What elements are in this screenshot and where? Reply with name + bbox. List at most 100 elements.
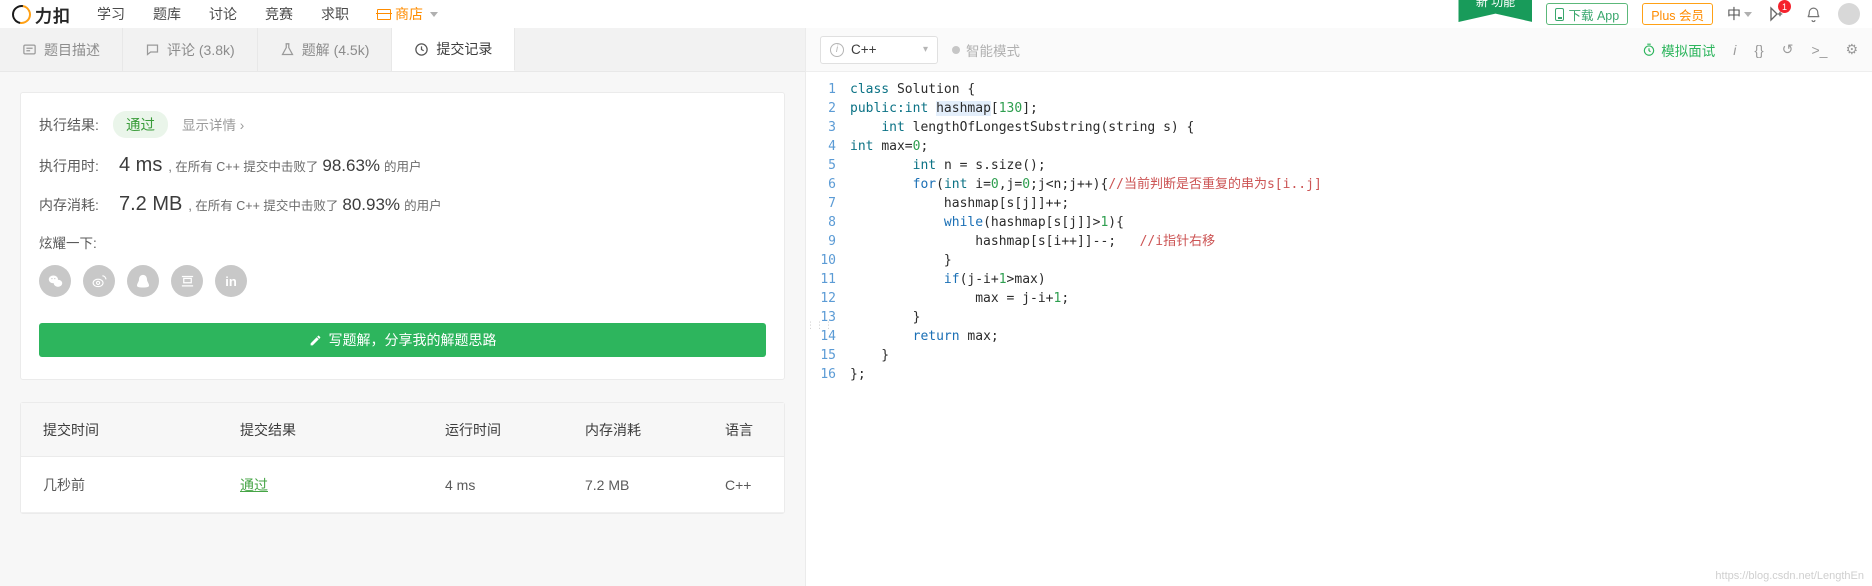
problem-tabbar: 题目描述 评论 (3.8k) 题解 (4.5k) 提交记录 bbox=[0, 28, 805, 72]
memory-text-before: , 在所有 C++ 提交中击败了 bbox=[188, 199, 339, 213]
write-solution-button[interactable]: 写题解，分享我的解题思路 bbox=[39, 323, 766, 357]
line-number: 15 bbox=[820, 348, 836, 363]
chevron-down-icon bbox=[1744, 11, 1752, 17]
line-number: 16 bbox=[820, 367, 836, 382]
code-text: int max=0; bbox=[850, 139, 929, 154]
runtime-text-before: , 在所有 C++ 提交中击败了 bbox=[168, 160, 319, 174]
code-line: 12 max = j-i+1; bbox=[806, 289, 1872, 308]
line-number: 4 bbox=[828, 139, 836, 154]
weibo-icon[interactable] bbox=[83, 265, 115, 297]
tab-submissions[interactable]: 提交记录 bbox=[392, 28, 516, 71]
info-icon[interactable]: i bbox=[1733, 42, 1736, 58]
nav-link-store[interactable]: 商店 bbox=[376, 4, 438, 24]
runtime-label: 执行用时: bbox=[39, 158, 99, 174]
chevron-down-icon bbox=[430, 11, 438, 17]
runtime-text-after: 的用户 bbox=[384, 160, 422, 174]
code-editor[interactable]: ⋮⋮⋮ 1 class Solution {2 public:int hashmap… bbox=[806, 72, 1872, 586]
top-navigation-bar: 力扣 学习 题库 讨论 竞赛 求职 商店 新 功能 下载 App Plus 会员… bbox=[0, 0, 1872, 28]
code-line: 4 int max=0; bbox=[806, 137, 1872, 156]
left-content-scroll: 执行结果: 通过 显示详情 › 执行用时: 4 ms , 在所有 C++ 提交中… bbox=[0, 72, 805, 586]
nav-link-study[interactable]: 学习 bbox=[97, 4, 125, 24]
line-number: 12 bbox=[820, 291, 836, 306]
watermark: https://blog.csdn.net/LengthEn bbox=[1715, 570, 1864, 582]
tab-submissions-label: 提交记录 bbox=[436, 41, 493, 57]
notifications-bell-button[interactable] bbox=[1802, 3, 1824, 25]
nav-link-contest[interactable]: 竞赛 bbox=[265, 4, 293, 24]
code-text: while(hashmap[s[j]]>1){ bbox=[943, 215, 1124, 230]
language-select[interactable]: i C++ ▾ bbox=[820, 35, 938, 64]
share-label: 炫耀一下: bbox=[39, 236, 97, 251]
download-app-button[interactable]: 下载 App bbox=[1546, 3, 1629, 25]
code-content: 1 class Solution {2 public:int hashmap[130… bbox=[806, 80, 1872, 384]
runtime-value: 4 ms bbox=[119, 154, 163, 176]
language-switcher[interactable]: 中 bbox=[1727, 4, 1752, 24]
cell-language: C++ bbox=[725, 476, 752, 493]
settings-icon[interactable]: ⚙ bbox=[1845, 41, 1858, 58]
language-label: 中 bbox=[1727, 6, 1741, 22]
code-text: } bbox=[850, 310, 921, 325]
col-header-time: 提交时间 bbox=[43, 421, 99, 438]
line-number: 1 bbox=[828, 82, 836, 97]
cell-memory: 7.2 MB bbox=[585, 476, 630, 493]
status-badge: 通过 bbox=[113, 111, 168, 138]
notification-badge: 1 bbox=[1778, 0, 1791, 13]
brand-name: 力扣 bbox=[35, 6, 71, 26]
memory-label: 内存消耗: bbox=[39, 197, 99, 213]
console-icon[interactable]: >_ bbox=[1811, 42, 1827, 58]
qq-icon[interactable] bbox=[127, 265, 159, 297]
plus-membership-label: Plus 会员 bbox=[1651, 8, 1704, 23]
mock-interview-button[interactable]: 模拟面试 bbox=[1642, 40, 1715, 60]
line-number: 9 bbox=[828, 234, 836, 249]
language-select-value: C++ bbox=[851, 42, 877, 57]
nav-link-jobs[interactable]: 求职 bbox=[321, 4, 349, 24]
table-row[interactable]: 几秒前 通过 4 ms 7.2 MB C++ bbox=[21, 457, 784, 513]
code-text: max = j-i+1; bbox=[850, 291, 1070, 306]
code-text: return max; bbox=[912, 329, 999, 344]
resize-handle[interactable]: ⋮⋮⋮ bbox=[806, 321, 833, 330]
leetcode-logo-icon bbox=[8, 0, 35, 28]
download-app-label: 下载 App bbox=[1568, 8, 1620, 23]
brand-logo[interactable]: 力扣 bbox=[8, 0, 71, 28]
cell-result-link[interactable]: 通过 bbox=[240, 477, 268, 493]
mock-interview-label: 模拟面试 bbox=[1661, 43, 1716, 59]
wechat-icon[interactable] bbox=[39, 265, 71, 297]
code-text: class Solution { bbox=[850, 82, 976, 97]
col-header-result: 提交结果 bbox=[240, 421, 296, 438]
nav-link-store-label: 商店 bbox=[395, 6, 423, 22]
line-number: 3 bbox=[828, 120, 836, 135]
code-text: } bbox=[850, 253, 952, 268]
code-line: 10 } bbox=[806, 251, 1872, 270]
code-text: } bbox=[850, 348, 890, 363]
cell-runtime: 4 ms bbox=[445, 476, 476, 493]
plus-membership-button[interactable]: Plus 会员 bbox=[1642, 3, 1713, 25]
user-avatar[interactable] bbox=[1838, 3, 1860, 25]
tab-solutions[interactable]: 题解 (4.5k) bbox=[258, 28, 393, 71]
code-text: int lengthOfLongestSubstring(string s) { bbox=[881, 120, 1195, 135]
editor-tools-group: 模拟面试 i {} ↺ >_ ⚙ bbox=[1642, 40, 1858, 60]
braces-icon[interactable]: {} bbox=[1754, 42, 1763, 58]
undo-icon[interactable]: ↺ bbox=[1782, 41, 1794, 58]
main-split-view: 题目描述 评论 (3.8k) 题解 (4.5k) 提交记录 执行结果: 通过 显… bbox=[0, 28, 1872, 586]
douban-icon[interactable] bbox=[171, 265, 203, 297]
code-text: int n = s.size(); bbox=[912, 158, 1046, 173]
left-pane: 题目描述 评论 (3.8k) 题解 (4.5k) 提交记录 执行结果: 通过 显… bbox=[0, 28, 806, 586]
line-number: 11 bbox=[820, 272, 836, 287]
invite-friend-button[interactable]: 1 bbox=[1766, 0, 1791, 25]
tab-comments[interactable]: 评论 (3.8k) bbox=[123, 28, 258, 71]
timer-icon bbox=[1644, 43, 1655, 56]
info-icon: i bbox=[830, 42, 844, 57]
tab-solutions-label: 题解 (4.5k) bbox=[301, 41, 370, 58]
line-number: 10 bbox=[820, 253, 836, 268]
code-line: 3 int lengthOfLongestSubstring(string s)… bbox=[806, 118, 1872, 137]
code-line: 9 hashmap[s[i++]]--; //i指针右移 bbox=[806, 232, 1872, 251]
description-icon bbox=[23, 44, 36, 55]
tab-description[interactable]: 题目描述 bbox=[0, 28, 123, 71]
pencil-icon bbox=[310, 335, 320, 345]
clock-icon bbox=[415, 42, 429, 56]
nav-link-problems[interactable]: 题库 bbox=[153, 4, 181, 24]
linkedin-icon[interactable]: in bbox=[215, 265, 247, 297]
show-detail-link[interactable]: 显示详情 › bbox=[182, 114, 244, 134]
smart-mode-toggle[interactable]: 智能模式 bbox=[952, 40, 1020, 60]
toggle-dot-icon bbox=[952, 45, 960, 54]
nav-link-discuss[interactable]: 讨论 bbox=[209, 4, 237, 24]
